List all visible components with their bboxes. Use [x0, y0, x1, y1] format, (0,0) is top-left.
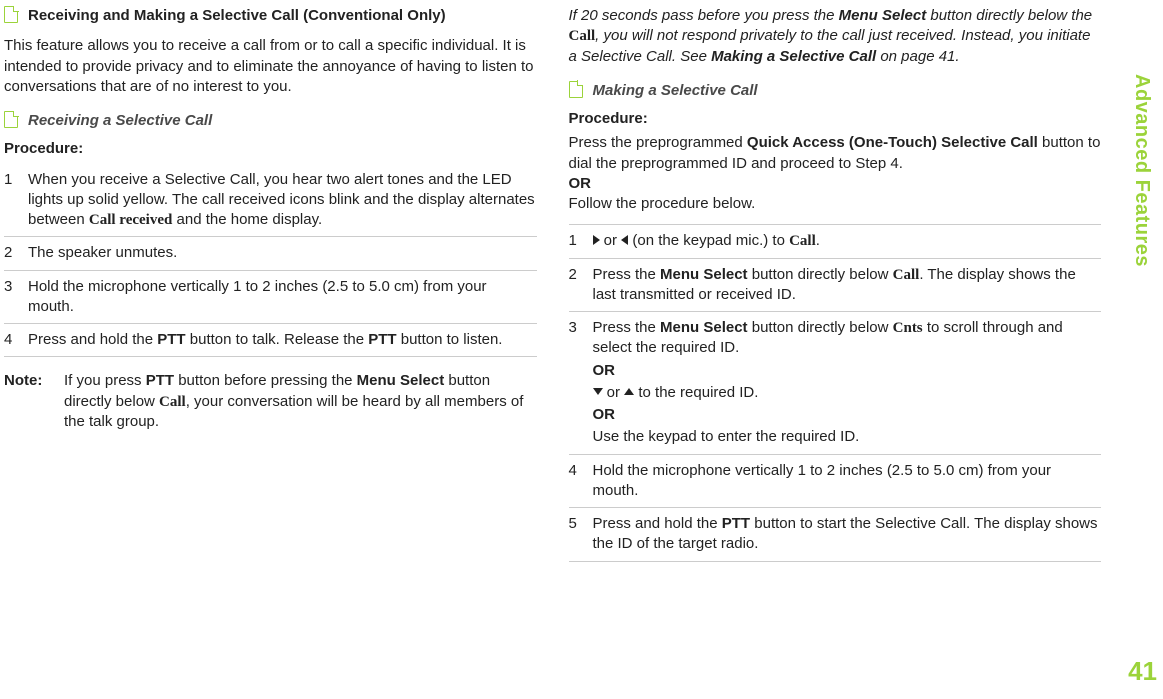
step-text: Press and hold the [593, 515, 722, 532]
or-label: OR [593, 405, 1102, 425]
subsection-title: Receiving a Selective Call [4, 111, 537, 131]
note: Note: If you press PTT button before pre… [4, 371, 537, 432]
step-text-line: or to the required ID. [593, 383, 1102, 403]
menu-select-label: Menu Select [839, 7, 927, 24]
step-number: 1 [4, 170, 28, 231]
step: 2 Press the Menu Select button directly … [569, 259, 1102, 313]
left-column: Receiving and Making a Selective Call (C… [0, 6, 541, 699]
step-number: 5 [569, 514, 593, 555]
ui-label-cnts: Cnts [893, 320, 923, 336]
nav-right-icon [593, 232, 600, 249]
menu-select-label: Menu Select [660, 319, 748, 336]
sidebar-label: Advanced Features [1128, 74, 1155, 267]
quick-access-label: Quick Access (One-Touch) Selective Call [747, 134, 1038, 151]
step-text: Press the [593, 266, 661, 283]
step-text: to the required ID. [634, 384, 758, 401]
step-number: 3 [569, 318, 593, 448]
italic-text: button directly below the [926, 7, 1092, 24]
step-text: Press the [593, 319, 661, 336]
menu-select-label: Menu Select [357, 372, 445, 389]
step-text: or [603, 384, 625, 401]
step-body: or (on the keypad mic.) to Call. [593, 231, 1102, 251]
step: 3 Hold the microphone vertically 1 to 2 … [4, 271, 537, 325]
intro-text: This feature allows you to receive a cal… [4, 36, 537, 97]
step-text: (on the keypad mic.) to [628, 232, 789, 249]
step-text: and the home display. [172, 211, 322, 228]
step-body: Hold the microphone vertically 1 to 2 in… [593, 461, 1102, 502]
step: 3 Press the Menu Select button directly … [569, 312, 1102, 455]
right-column: If 20 seconds pass before you press the … [565, 6, 1106, 699]
page: Receiving and Making a Selective Call (C… [0, 0, 1163, 699]
step-number: 4 [4, 330, 28, 350]
or-label: OR [569, 174, 1102, 194]
ui-label-call-received: Call received [89, 212, 172, 228]
ptt-label: PTT [722, 515, 750, 532]
step-body: Press and hold the PTT button to start t… [593, 514, 1102, 555]
step-number: 3 [4, 277, 28, 318]
italic-text: on page 41. [876, 48, 959, 65]
ui-label-call: Call [159, 394, 186, 410]
note-body: If you press PTT button before pressing … [64, 371, 537, 432]
section-title-text: Receiving and Making a Selective Call (C… [28, 7, 446, 24]
sidebar: Advanced Features 41 [1117, 6, 1163, 699]
step-body: Press and hold the PTT button to talk. R… [28, 330, 537, 350]
step-number: 2 [569, 265, 593, 306]
step-body: Hold the microphone vertically 1 to 2 in… [28, 277, 537, 318]
step-number: 1 [569, 231, 593, 251]
note-label: Note: [4, 371, 64, 432]
ptt-label: PTT [157, 331, 185, 348]
procedure-label: Procedure: [569, 109, 1102, 129]
cross-ref: Making a Selective Call [711, 48, 876, 65]
content-columns: Receiving and Making a Selective Call (C… [0, 6, 1117, 699]
step-text: . [816, 232, 820, 249]
step: 5 Press and hold the PTT button to start… [569, 508, 1102, 562]
subsection-title-text: Making a Selective Call [593, 82, 758, 99]
step-text: button to listen. [397, 331, 503, 348]
step-body: Press the Menu Select button directly be… [593, 265, 1102, 306]
or-label: OR [593, 361, 1102, 381]
nav-down-icon [593, 384, 603, 401]
subsection-title-text: Receiving a Selective Call [28, 112, 212, 129]
step: 2 The speaker unmutes. [4, 237, 537, 270]
step-text: button to talk. Release the [186, 331, 369, 348]
pre-procedure-text: Press the preprogrammed Quick Access (On… [569, 133, 1102, 174]
step-body: Press the Menu Select button directly be… [593, 318, 1102, 448]
ptt-label: PTT [146, 372, 174, 389]
step-text: or [600, 232, 622, 249]
subsection-title: Making a Selective Call [569, 81, 1102, 101]
ui-label-call: Call [789, 233, 816, 249]
page-number: 41 [1128, 654, 1157, 689]
ui-label-call: Call [569, 28, 596, 44]
step: 1 or (on the keypad mic.) to Call. [569, 224, 1102, 258]
italic-text: If 20 seconds pass before you press the [569, 7, 839, 24]
step: 4 Hold the microphone vertically 1 to 2 … [569, 455, 1102, 509]
step-body: The speaker unmutes. [28, 243, 537, 263]
step: 1 When you receive a Selective Call, you… [4, 164, 537, 238]
procedure-label: Procedure: [4, 139, 537, 159]
step: 4 Press and hold the PTT button to talk.… [4, 324, 537, 357]
document-icon [569, 81, 583, 98]
text: Press the preprogrammed [569, 134, 747, 151]
note-text: button before pressing the [174, 372, 357, 389]
step-text: button directly below [748, 266, 893, 283]
step-body: When you receive a Selective Call, you h… [28, 170, 537, 231]
ui-label-call: Call [893, 267, 920, 283]
nav-up-icon [624, 384, 634, 401]
italic-note: If 20 seconds pass before you press the … [569, 6, 1102, 67]
step-text: button directly below [748, 319, 893, 336]
section-title: Receiving and Making a Selective Call (C… [4, 6, 537, 26]
step-number: 2 [4, 243, 28, 263]
note-text: If you press [64, 372, 146, 389]
pre-procedure-text: Follow the procedure below. [569, 194, 1102, 214]
menu-select-label: Menu Select [660, 266, 748, 283]
step-text: Press and hold the [28, 331, 157, 348]
step-text: Use the keypad to enter the required ID. [593, 427, 1102, 447]
ptt-label: PTT [368, 331, 396, 348]
document-icon [4, 6, 18, 23]
document-icon [4, 111, 18, 128]
step-number: 4 [569, 461, 593, 502]
